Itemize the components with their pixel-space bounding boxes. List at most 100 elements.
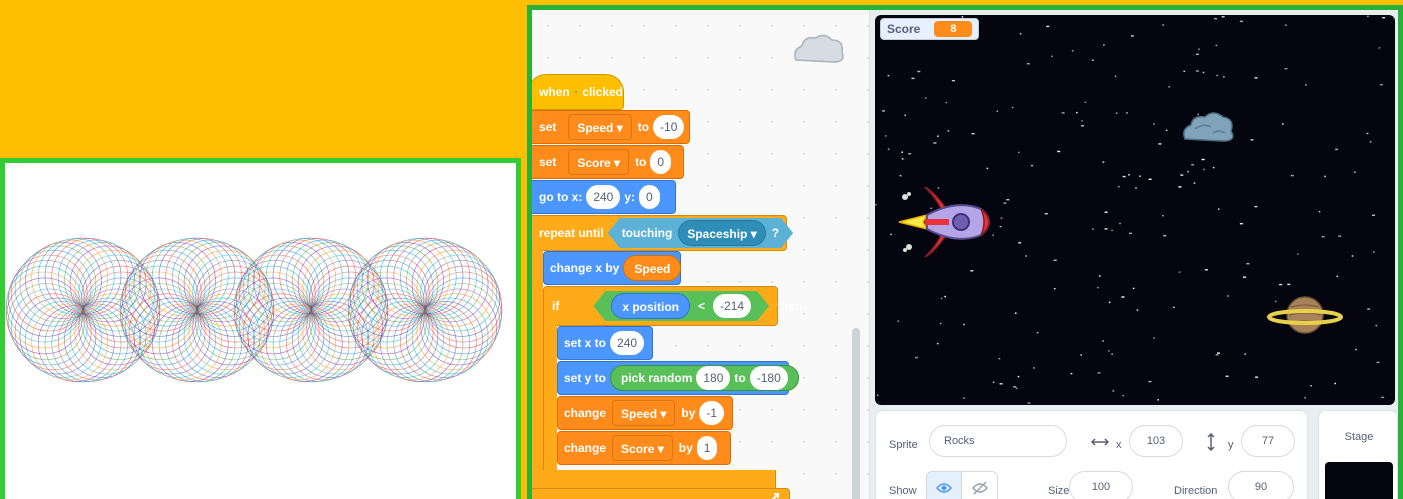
change-score-input[interactable]: 1 (696, 436, 718, 460)
change-x-block[interactable]: change x by Speed (543, 251, 682, 285)
direction-label: Direction (1174, 485, 1218, 497)
planet-sprite[interactable] (1267, 293, 1343, 337)
rock-sprite[interactable] (1181, 109, 1237, 145)
code-area[interactable]: when clicked set Speed ▾ to -10 set Scor… (532, 10, 870, 499)
change-score-block[interactable]: change Score ▾ by 1 (557, 431, 731, 465)
change-speed-block[interactable]: change Speed ▾ by -1 (557, 396, 733, 430)
y-input[interactable]: 0 (639, 185, 660, 209)
to-label: to (637, 120, 650, 134)
sprite-name-input[interactable]: Rocks (929, 425, 1067, 457)
change-label: change (564, 441, 607, 455)
x-coordinate-input[interactable]: 103 (1129, 425, 1183, 457)
touching-label: touching (621, 226, 673, 240)
stage-label: Stage (1344, 431, 1374, 443)
sprite-label: Sprite (889, 439, 918, 451)
change-speed-input[interactable]: -1 (699, 401, 725, 425)
y-value: 77 (1261, 435, 1275, 447)
score-variable-dropdown[interactable]: Score ▾ (612, 435, 673, 461)
show-visible-button[interactable] (926, 471, 962, 499)
x-label: x (1116, 439, 1122, 451)
less-than-condition[interactable]: x position < -214 (593, 291, 769, 321)
x-position-reporter[interactable]: x position (611, 293, 690, 319)
change-x-label: change x by (550, 261, 620, 275)
question-mark: ? (771, 226, 780, 240)
set-label: set (539, 155, 557, 169)
dropdown-value: Score (621, 442, 655, 456)
random-to-input[interactable]: -180 (749, 366, 788, 390)
set-speed-block[interactable]: set Speed ▾ to -10 (532, 110, 690, 144)
touching-condition[interactable]: touching Spaceship ▾ ? (608, 218, 793, 248)
set-y-label: set y to (564, 371, 607, 385)
stage-selector-pane[interactable]: Stage (1318, 410, 1398, 499)
by-label: by (678, 441, 693, 455)
stage-thumbnail[interactable] (1325, 462, 1393, 499)
speed-variable-dropdown[interactable]: Speed ▾ (568, 114, 632, 140)
spirograph-panel (0, 158, 521, 499)
score-value: 8 (934, 21, 973, 37)
sprite-info-pane: Sprite Rocks x 103 y 77 Show Size 100 Di… (875, 410, 1308, 499)
if-c-arm (543, 325, 557, 470)
x-value: 103 (1146, 435, 1166, 447)
size-input[interactable]: 100 (1069, 471, 1133, 499)
speed-variable-dropdown[interactable]: Speed ▾ (612, 400, 676, 426)
random-to-label: to (734, 371, 746, 385)
change-label: change (564, 406, 607, 420)
y-coordinate-input[interactable]: 77 (1241, 425, 1295, 457)
arrows-vertical-icon (1207, 433, 1215, 451)
set-x-label: set x to (564, 336, 607, 350)
repeat-until-block[interactable]: repeat until touching Spaceship ▾ ? (532, 215, 787, 251)
stage-canvas[interactable]: Score 8 (875, 15, 1395, 405)
set-label: set (539, 120, 557, 134)
speed-value-input[interactable]: -10 (653, 115, 685, 139)
show-label: Show (889, 485, 917, 497)
loop-arrow-icon (771, 493, 779, 499)
dropdown-value: Score (577, 156, 611, 170)
go-to-label: go to x: (539, 190, 583, 204)
threshold-input[interactable]: -214 (713, 294, 751, 318)
repeat-until-label: repeat until (539, 226, 604, 240)
sprite-name-value: Rocks (944, 435, 975, 447)
eye-slash-icon (971, 481, 988, 495)
spirograph-drawing (5, 237, 503, 383)
clicked-label: clicked (582, 85, 623, 99)
if-label: if (552, 299, 560, 313)
size-label: Size (1048, 485, 1070, 497)
score-monitor[interactable]: Score 8 (880, 18, 980, 40)
arrows-horizontal-icon (1091, 438, 1109, 446)
x-input[interactable]: 240 (586, 185, 621, 209)
speed-reporter[interactable]: Speed (623, 255, 682, 281)
dropdown-value: Spaceship (687, 227, 748, 241)
direction-value: 90 (1254, 481, 1268, 493)
then-label: then (777, 299, 803, 313)
spaceship-dropdown[interactable]: Spaceship ▾ (678, 220, 765, 246)
spaceship-sprite[interactable] (897, 187, 1001, 257)
random-from-input[interactable]: 180 (696, 366, 731, 390)
size-value: 100 (1091, 481, 1111, 493)
eye-icon (936, 483, 952, 493)
go-to-xy-block[interactable]: go to x: 240 y: 0 (532, 180, 676, 214)
code-scrollbar[interactable] (852, 328, 860, 499)
when-label: when (539, 85, 570, 99)
when-flag-clicked-block[interactable]: when clicked (532, 74, 624, 110)
set-y-block[interactable]: set y to pick random 180 to -180 (557, 361, 799, 395)
set-x-input[interactable]: 240 (610, 331, 645, 355)
if-block[interactable]: if x position < -214 then (543, 286, 802, 326)
scratch-editor: when clicked set Speed ▾ to -10 set Scor… (527, 5, 1403, 499)
dropdown-value: Speed (621, 407, 658, 421)
by-label: by (681, 406, 696, 420)
pick-random-label: pick random (621, 371, 693, 385)
dropdown-value: Speed (577, 121, 614, 135)
pick-random-reporter[interactable]: pick random 180 to -180 (610, 365, 799, 391)
y-label: y (1228, 439, 1234, 451)
direction-input[interactable]: 90 (1228, 471, 1294, 499)
score-label: Score (887, 22, 921, 36)
score-variable-dropdown[interactable]: Score ▾ (568, 149, 630, 175)
y-label: y: (624, 190, 636, 204)
set-score-block[interactable]: set Score ▾ to 0 (532, 145, 684, 179)
repeat-c-arm (532, 250, 543, 472)
show-hidden-button[interactable] (962, 471, 998, 499)
rock-sprite-thumbnail (794, 34, 844, 63)
score-value-input[interactable]: 0 (650, 150, 672, 174)
set-x-block[interactable]: set x to 240 (557, 326, 653, 360)
green-flag-icon (574, 90, 578, 94)
